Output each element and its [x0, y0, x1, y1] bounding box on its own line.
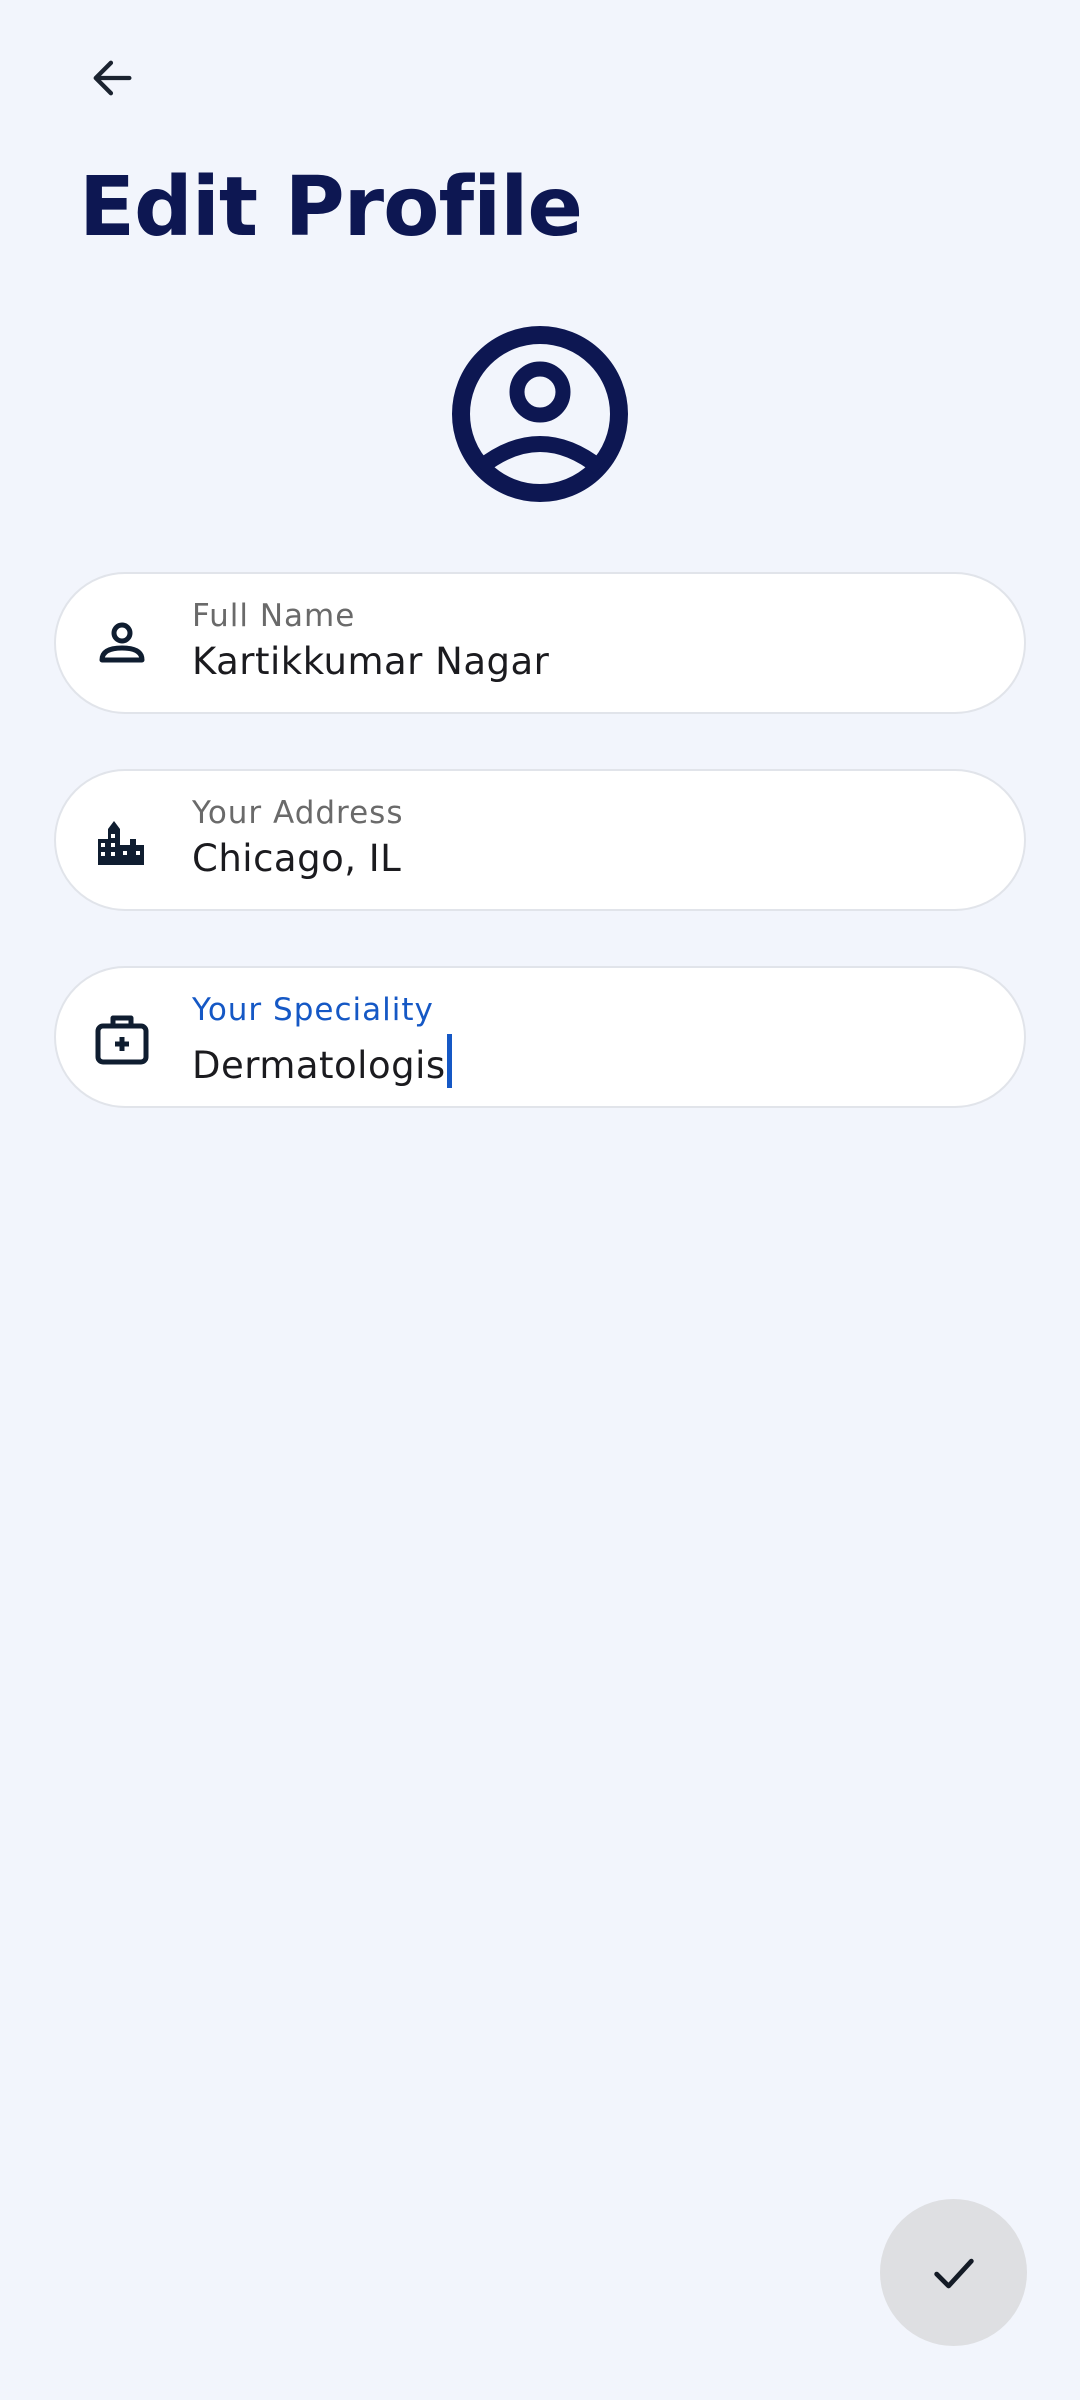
full-name-field[interactable]: Full Name Kartikkumar Nagar [54, 572, 1026, 714]
address-label: Your Address [192, 795, 404, 831]
page-title: Edit Profile [79, 160, 583, 255]
full-name-input[interactable]: Kartikkumar Nagar [192, 640, 549, 683]
speciality-field[interactable]: Your Speciality Dermatologis [54, 966, 1026, 1108]
address-field[interactable]: Your Address Chicago, IL [54, 769, 1026, 911]
person-icon [99, 622, 145, 663]
medical-bag-icon [95, 1015, 149, 1065]
building-icon [98, 821, 144, 865]
address-input[interactable]: Chicago, IL [192, 837, 401, 880]
speciality-input[interactable]: Dermatologis [192, 1034, 452, 1088]
check-icon [933, 2258, 974, 2288]
back-button[interactable] [70, 36, 154, 120]
save-button[interactable] [880, 2199, 1027, 2346]
full-name-label: Full Name [192, 598, 356, 634]
text-cursor [446, 1034, 452, 1088]
speciality-label: Your Speciality [192, 992, 434, 1028]
profile-avatar-icon[interactable] [450, 324, 630, 504]
speciality-input-text: Dermatologis [192, 1044, 446, 1087]
arrow-back-icon [93, 60, 132, 96]
